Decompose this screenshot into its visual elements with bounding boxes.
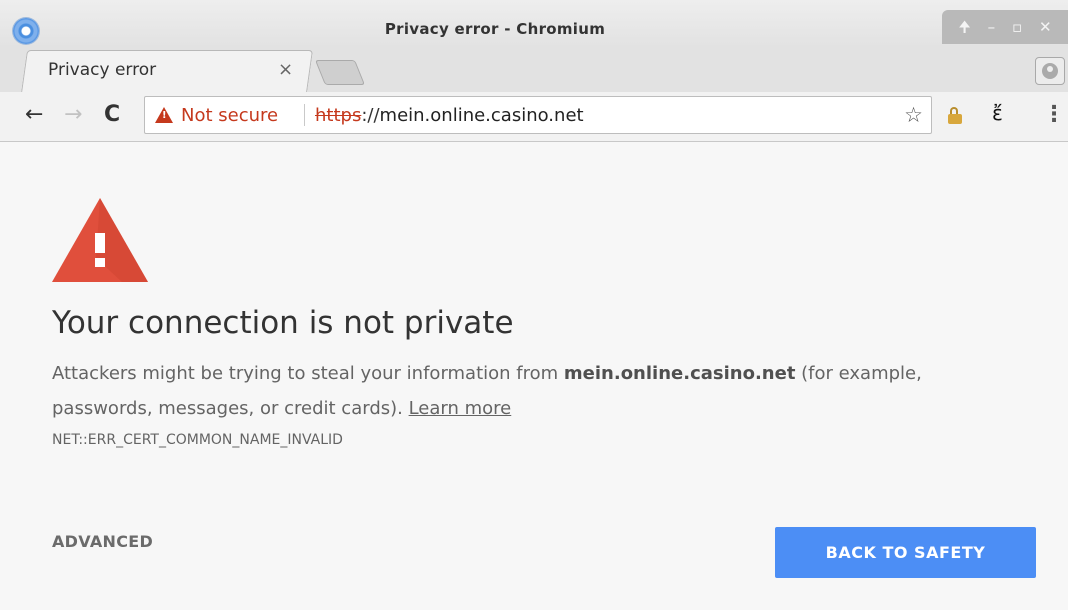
page-title: Your connection is not private xyxy=(52,305,514,341)
foot-extension-icon[interactable]: ἔ xyxy=(992,101,1003,125)
url-text[interactable]: https://mein.online.casino.net xyxy=(315,105,584,126)
menu-icon[interactable]: ⋮ xyxy=(1043,102,1065,127)
interstitial-content: Your connection is not private Attackers… xyxy=(0,142,1068,610)
message-host: mein.online.casino.net xyxy=(563,363,796,384)
window-close-button[interactable]: ✕ xyxy=(1039,19,1052,35)
warning-icon[interactable] xyxy=(155,107,173,123)
tab-close-button[interactable]: × xyxy=(278,59,293,80)
window-minimize-button[interactable]: – xyxy=(988,19,996,35)
learn-more-link[interactable]: Learn more xyxy=(409,398,512,419)
warning-triangle-icon xyxy=(52,198,148,282)
navigation-toolbar: ← → C Not secure https://mein.online.cas… xyxy=(0,92,1068,142)
profile-button[interactable] xyxy=(1035,57,1065,85)
new-tab-button[interactable] xyxy=(314,60,366,85)
address-bar[interactable]: Not secure https://mein.online.casino.ne… xyxy=(144,96,932,134)
forward-button[interactable]: → xyxy=(64,102,82,128)
url-host: mein.online.casino.net xyxy=(379,105,584,126)
url-scheme: https xyxy=(315,105,362,126)
profile-icon xyxy=(1042,63,1058,79)
window-maximize-button[interactable]: ▫ xyxy=(1012,19,1022,35)
star-icon[interactable]: ☆ xyxy=(904,103,923,127)
reload-button[interactable]: C xyxy=(104,102,120,128)
advanced-button[interactable]: ADVANCED xyxy=(52,532,153,551)
window-titlebar: Privacy error - Chromium 🠉 – ▫ ✕ xyxy=(0,0,1068,48)
window-shade-button[interactable]: 🠉 xyxy=(958,19,970,35)
security-status-label[interactable]: Not secure xyxy=(181,105,278,126)
main-message: Attackers might be trying to steal your … xyxy=(52,356,952,426)
back-to-safety-button[interactable]: BACK TO SAFETY xyxy=(775,527,1036,578)
address-bar-divider xyxy=(304,104,305,126)
lock-extension-icon[interactable] xyxy=(948,107,962,124)
message-text-start: Attackers might be trying to steal your … xyxy=(52,363,564,384)
window-controls: 🠉 – ▫ ✕ xyxy=(942,10,1068,44)
url-separator: :// xyxy=(361,105,380,126)
window-title: Privacy error - Chromium xyxy=(384,20,606,38)
error-code: NET::ERR_CERT_COMMON_NAME_INVALID xyxy=(52,432,343,448)
back-button[interactable]: ← xyxy=(25,102,43,128)
tab-strip: Privacy error × xyxy=(0,48,1068,93)
tab-title: Privacy error xyxy=(48,60,157,80)
